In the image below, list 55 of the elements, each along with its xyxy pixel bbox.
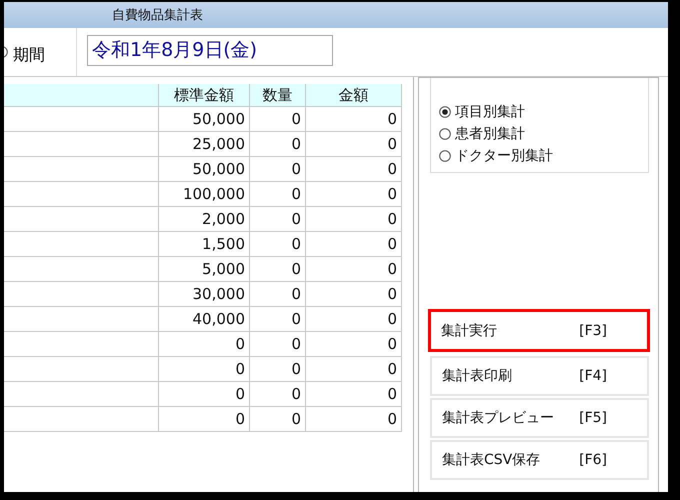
table-cell: 0 bbox=[306, 206, 402, 232]
table-cell: 0 bbox=[306, 132, 402, 156]
column-header: 標準金額 bbox=[158, 84, 250, 106]
table-cell: 0 bbox=[306, 406, 402, 432]
table-cell: 0 bbox=[250, 232, 306, 256]
table-cell: 2,000 bbox=[158, 206, 250, 232]
table-cell: 0 bbox=[250, 282, 306, 306]
table-cell: 0 bbox=[306, 106, 402, 132]
table-cell: 100,000 bbox=[158, 182, 250, 206]
date-field[interactable]: 令和1年8月9日(金) bbox=[87, 34, 333, 66]
table-cell: 0 bbox=[250, 182, 306, 206]
table-cell: 1,500 bbox=[158, 232, 250, 256]
table-cell: 0 bbox=[158, 332, 250, 356]
table-cell: 0 bbox=[306, 356, 402, 382]
table-cell: 0 bbox=[306, 382, 402, 406]
table-cell: 0 bbox=[250, 132, 306, 156]
table-cell: 0 bbox=[158, 382, 250, 406]
action-button[interactable]: 集計実行 [F3] bbox=[428, 309, 650, 352]
table-cell: 0 bbox=[250, 356, 306, 382]
action-button[interactable]: 集計表CSV保存 [F6] bbox=[430, 440, 649, 480]
table-cell: 0 bbox=[250, 256, 306, 282]
table-cell: 0 bbox=[158, 356, 250, 382]
radio-label[interactable]: ドクター別集計 bbox=[455, 146, 553, 164]
window-title: 自費物品集計表 bbox=[112, 7, 203, 24]
table-cell: 25,000 bbox=[158, 132, 250, 156]
table-cell: 0 bbox=[250, 156, 306, 182]
table-cell: 0 bbox=[250, 106, 306, 132]
table-cell: 0 bbox=[306, 306, 402, 332]
radio-button[interactable] bbox=[439, 128, 451, 140]
table-cell: 30,000 bbox=[158, 282, 250, 306]
table-cell: 0 bbox=[306, 156, 402, 182]
table-cell: 0 bbox=[250, 332, 306, 356]
radio-label[interactable]: 項目別集計 bbox=[455, 102, 525, 120]
table-cell: 50,000 bbox=[158, 106, 250, 132]
table-cell: 0 bbox=[306, 332, 402, 356]
column-header: 金額 bbox=[306, 84, 402, 106]
table-cell: 0 bbox=[250, 382, 306, 406]
radio-label[interactable]: 期間 bbox=[13, 44, 45, 66]
table-cell: 0 bbox=[306, 256, 402, 282]
table-cell: 5,000 bbox=[158, 256, 250, 282]
table-cell: 0 bbox=[250, 406, 306, 432]
table-cell: 50,000 bbox=[158, 156, 250, 182]
table-cell: 40,000 bbox=[158, 306, 250, 332]
table-cell: 0 bbox=[250, 306, 306, 332]
radio-button[interactable] bbox=[439, 150, 451, 162]
radio-button[interactable] bbox=[439, 106, 451, 118]
action-button[interactable]: 集計表印刷 [F4] bbox=[430, 356, 649, 396]
table-cell: 0 bbox=[306, 282, 402, 306]
table-cell: 0 bbox=[306, 232, 402, 256]
table-cell: 0 bbox=[250, 206, 306, 232]
radio-label[interactable]: 患者別集計 bbox=[455, 124, 525, 142]
table-cell: 0 bbox=[306, 182, 402, 206]
table-cell: 0 bbox=[158, 406, 250, 432]
column-header: 数量 bbox=[250, 84, 306, 106]
action-button[interactable]: 集計表プレビュー [F5] bbox=[430, 398, 649, 438]
